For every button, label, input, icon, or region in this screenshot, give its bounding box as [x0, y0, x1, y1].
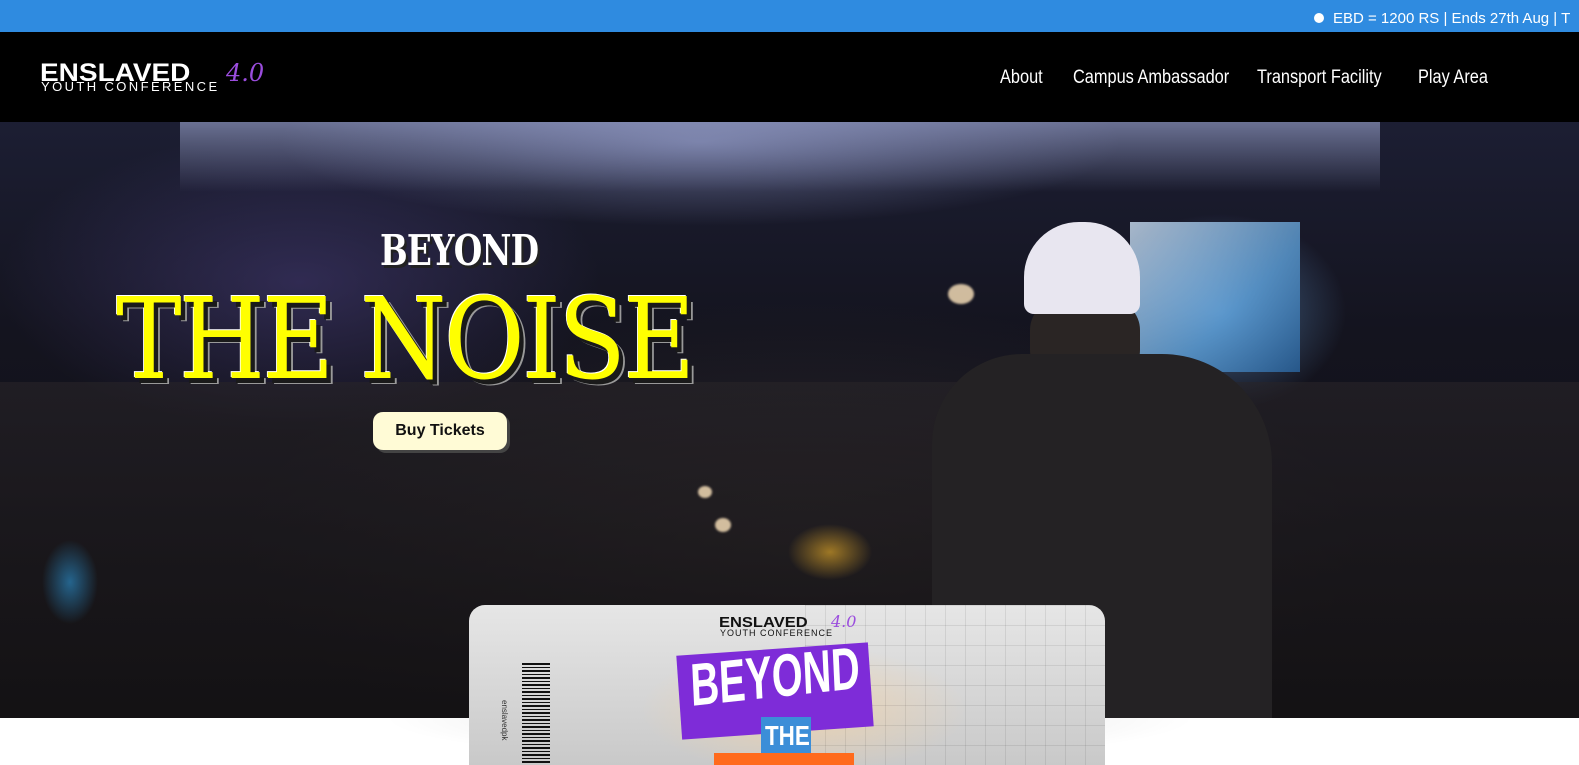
- nav-item-play-area[interactable]: Play Area: [1418, 66, 1488, 90]
- stage-light: [715, 518, 731, 532]
- announcement-ticker: EBD = 1200 RS | Ends 27th Aug | T: [0, 0, 1579, 32]
- speaker-cap: [1024, 222, 1140, 314]
- navbar: ENSLAVED 4.0 YOUTH CONFERENCE About Camp…: [0, 32, 1579, 122]
- stage-light: [948, 284, 974, 304]
- bullet-icon: [1314, 13, 1324, 23]
- ticker-text-wrap: EBD = 1200 RS | Ends 27th Aug | T: [1314, 0, 1570, 32]
- hero-title-main: THE NOISE: [116, 275, 695, 405]
- hero-title-top: BEYOND: [380, 226, 539, 275]
- ticket-preview-card: ENSLAVED 4.0 YOUTH CONFERENCE enslavedpk…: [469, 605, 1105, 765]
- nav-item-campus-ambassador[interactable]: Campus Ambassador: [1073, 66, 1229, 90]
- barcode-label: enslavedpk: [500, 700, 509, 741]
- nav-item-transport-facility[interactable]: Transport Facility: [1257, 66, 1382, 90]
- barcode-icon: [522, 663, 550, 763]
- ticker-text: EBD = 1200 RS | Ends 27th Aug | T: [1333, 10, 1571, 27]
- stage-light: [698, 486, 712, 498]
- ticket-the-text: THE: [765, 720, 810, 751]
- hero-stage-screen: [1130, 222, 1300, 372]
- nav-item-about[interactable]: About: [1000, 66, 1043, 90]
- hero-ceiling-decor: [180, 122, 1380, 192]
- buy-tickets-button[interactable]: Buy Tickets: [373, 412, 507, 450]
- ticket-logo-version: 4.0: [831, 612, 857, 631]
- nav-menu: About Campus Ambassador Transport Facili…: [0, 32, 1579, 122]
- ticket-orange-strip: [714, 753, 854, 765]
